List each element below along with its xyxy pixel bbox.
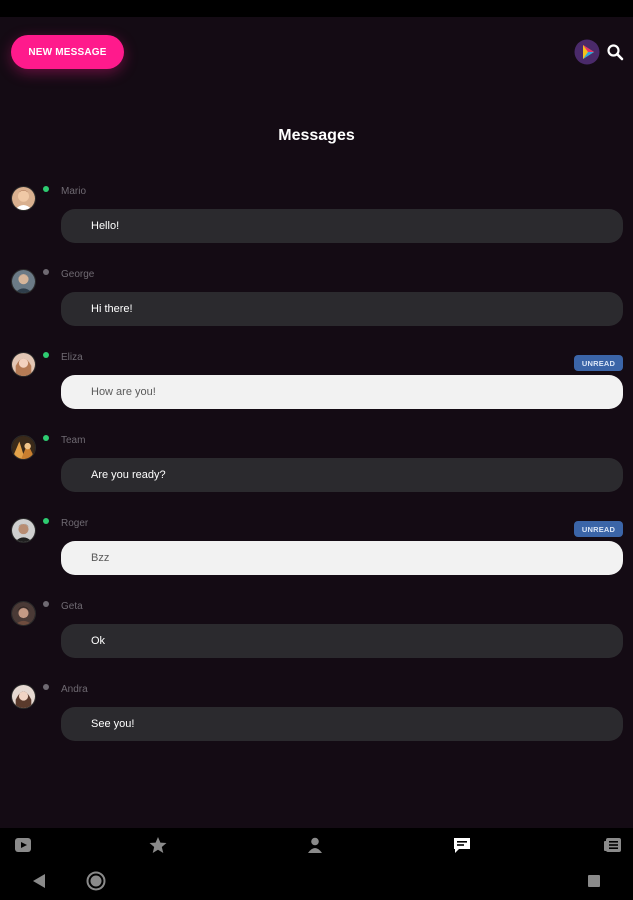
message-bubble[interactable]: See you! xyxy=(61,707,623,741)
sender-name: George xyxy=(61,269,95,280)
message-bubble[interactable]: Are you ready? xyxy=(61,458,623,492)
play-logo-icon[interactable] xyxy=(574,39,600,65)
conversation-item[interactable]: Geta Ok xyxy=(0,599,633,659)
sender-name: Andra xyxy=(61,684,88,695)
sender-name: Team xyxy=(61,435,86,446)
search-icon[interactable] xyxy=(606,43,624,61)
unread-badge: UNREAD xyxy=(574,355,623,371)
page-title: Messages xyxy=(278,127,355,144)
message-bubble[interactable]: Ok xyxy=(61,624,623,658)
presence-dot xyxy=(43,269,49,275)
presence-dot xyxy=(43,435,49,441)
avatar[interactable] xyxy=(11,684,36,709)
message-bubble[interactable]: Hi there! xyxy=(61,292,623,326)
message-text: Hello! xyxy=(91,220,120,232)
presence-dot xyxy=(43,186,49,192)
bottom-nav xyxy=(0,828,633,862)
avatar[interactable] xyxy=(11,518,36,543)
avatar[interactable] xyxy=(11,186,36,211)
avatar[interactable] xyxy=(11,601,36,626)
message-text: Ok xyxy=(91,635,106,647)
back-icon[interactable] xyxy=(32,873,46,889)
presence-dot xyxy=(43,684,49,690)
news-icon[interactable] xyxy=(603,835,623,855)
message-text: Are you ready? xyxy=(91,469,166,481)
conversation-item[interactable]: Eliza UNREAD How are you! xyxy=(0,350,633,410)
sender-name: Mario xyxy=(61,186,87,197)
conversation-item[interactable]: Mario Hello! xyxy=(0,184,633,244)
presence-dot xyxy=(43,518,49,524)
star-icon[interactable] xyxy=(148,835,168,855)
message-text: See you! xyxy=(91,718,135,730)
status-bar xyxy=(0,0,633,17)
messages-icon[interactable] xyxy=(452,835,472,855)
conversation-item[interactable]: Roger UNREAD Bzz xyxy=(0,516,633,576)
presence-dot xyxy=(43,601,49,607)
sender-name: Eliza xyxy=(61,352,83,363)
avatar[interactable] xyxy=(11,352,36,377)
message-bubble[interactable]: Bzz xyxy=(61,541,623,575)
home-icon[interactable] xyxy=(86,871,106,891)
avatar[interactable] xyxy=(11,269,36,294)
message-text: How are you! xyxy=(91,386,156,398)
recents-icon[interactable] xyxy=(587,874,601,888)
system-nav-bar xyxy=(0,862,633,900)
conversation-item[interactable]: George Hi there! xyxy=(0,267,633,327)
sender-name: Geta xyxy=(61,601,83,612)
message-bubble[interactable]: Hello! xyxy=(61,209,623,243)
message-text: Hi there! xyxy=(91,303,133,315)
presence-dot xyxy=(43,352,49,358)
video-icon[interactable] xyxy=(13,835,33,855)
conversation-item[interactable]: Team Are you ready? xyxy=(0,433,633,493)
profile-icon[interactable] xyxy=(305,835,325,855)
message-bubble[interactable]: How are you! xyxy=(61,375,623,409)
avatar[interactable] xyxy=(11,435,36,460)
unread-badge: UNREAD xyxy=(574,521,623,537)
conversation-item[interactable]: Andra See you! xyxy=(0,682,633,742)
message-text: Bzz xyxy=(91,552,110,564)
new-message-button[interactable]: NEW MESSAGE xyxy=(11,35,124,69)
sender-name: Roger xyxy=(61,518,89,529)
